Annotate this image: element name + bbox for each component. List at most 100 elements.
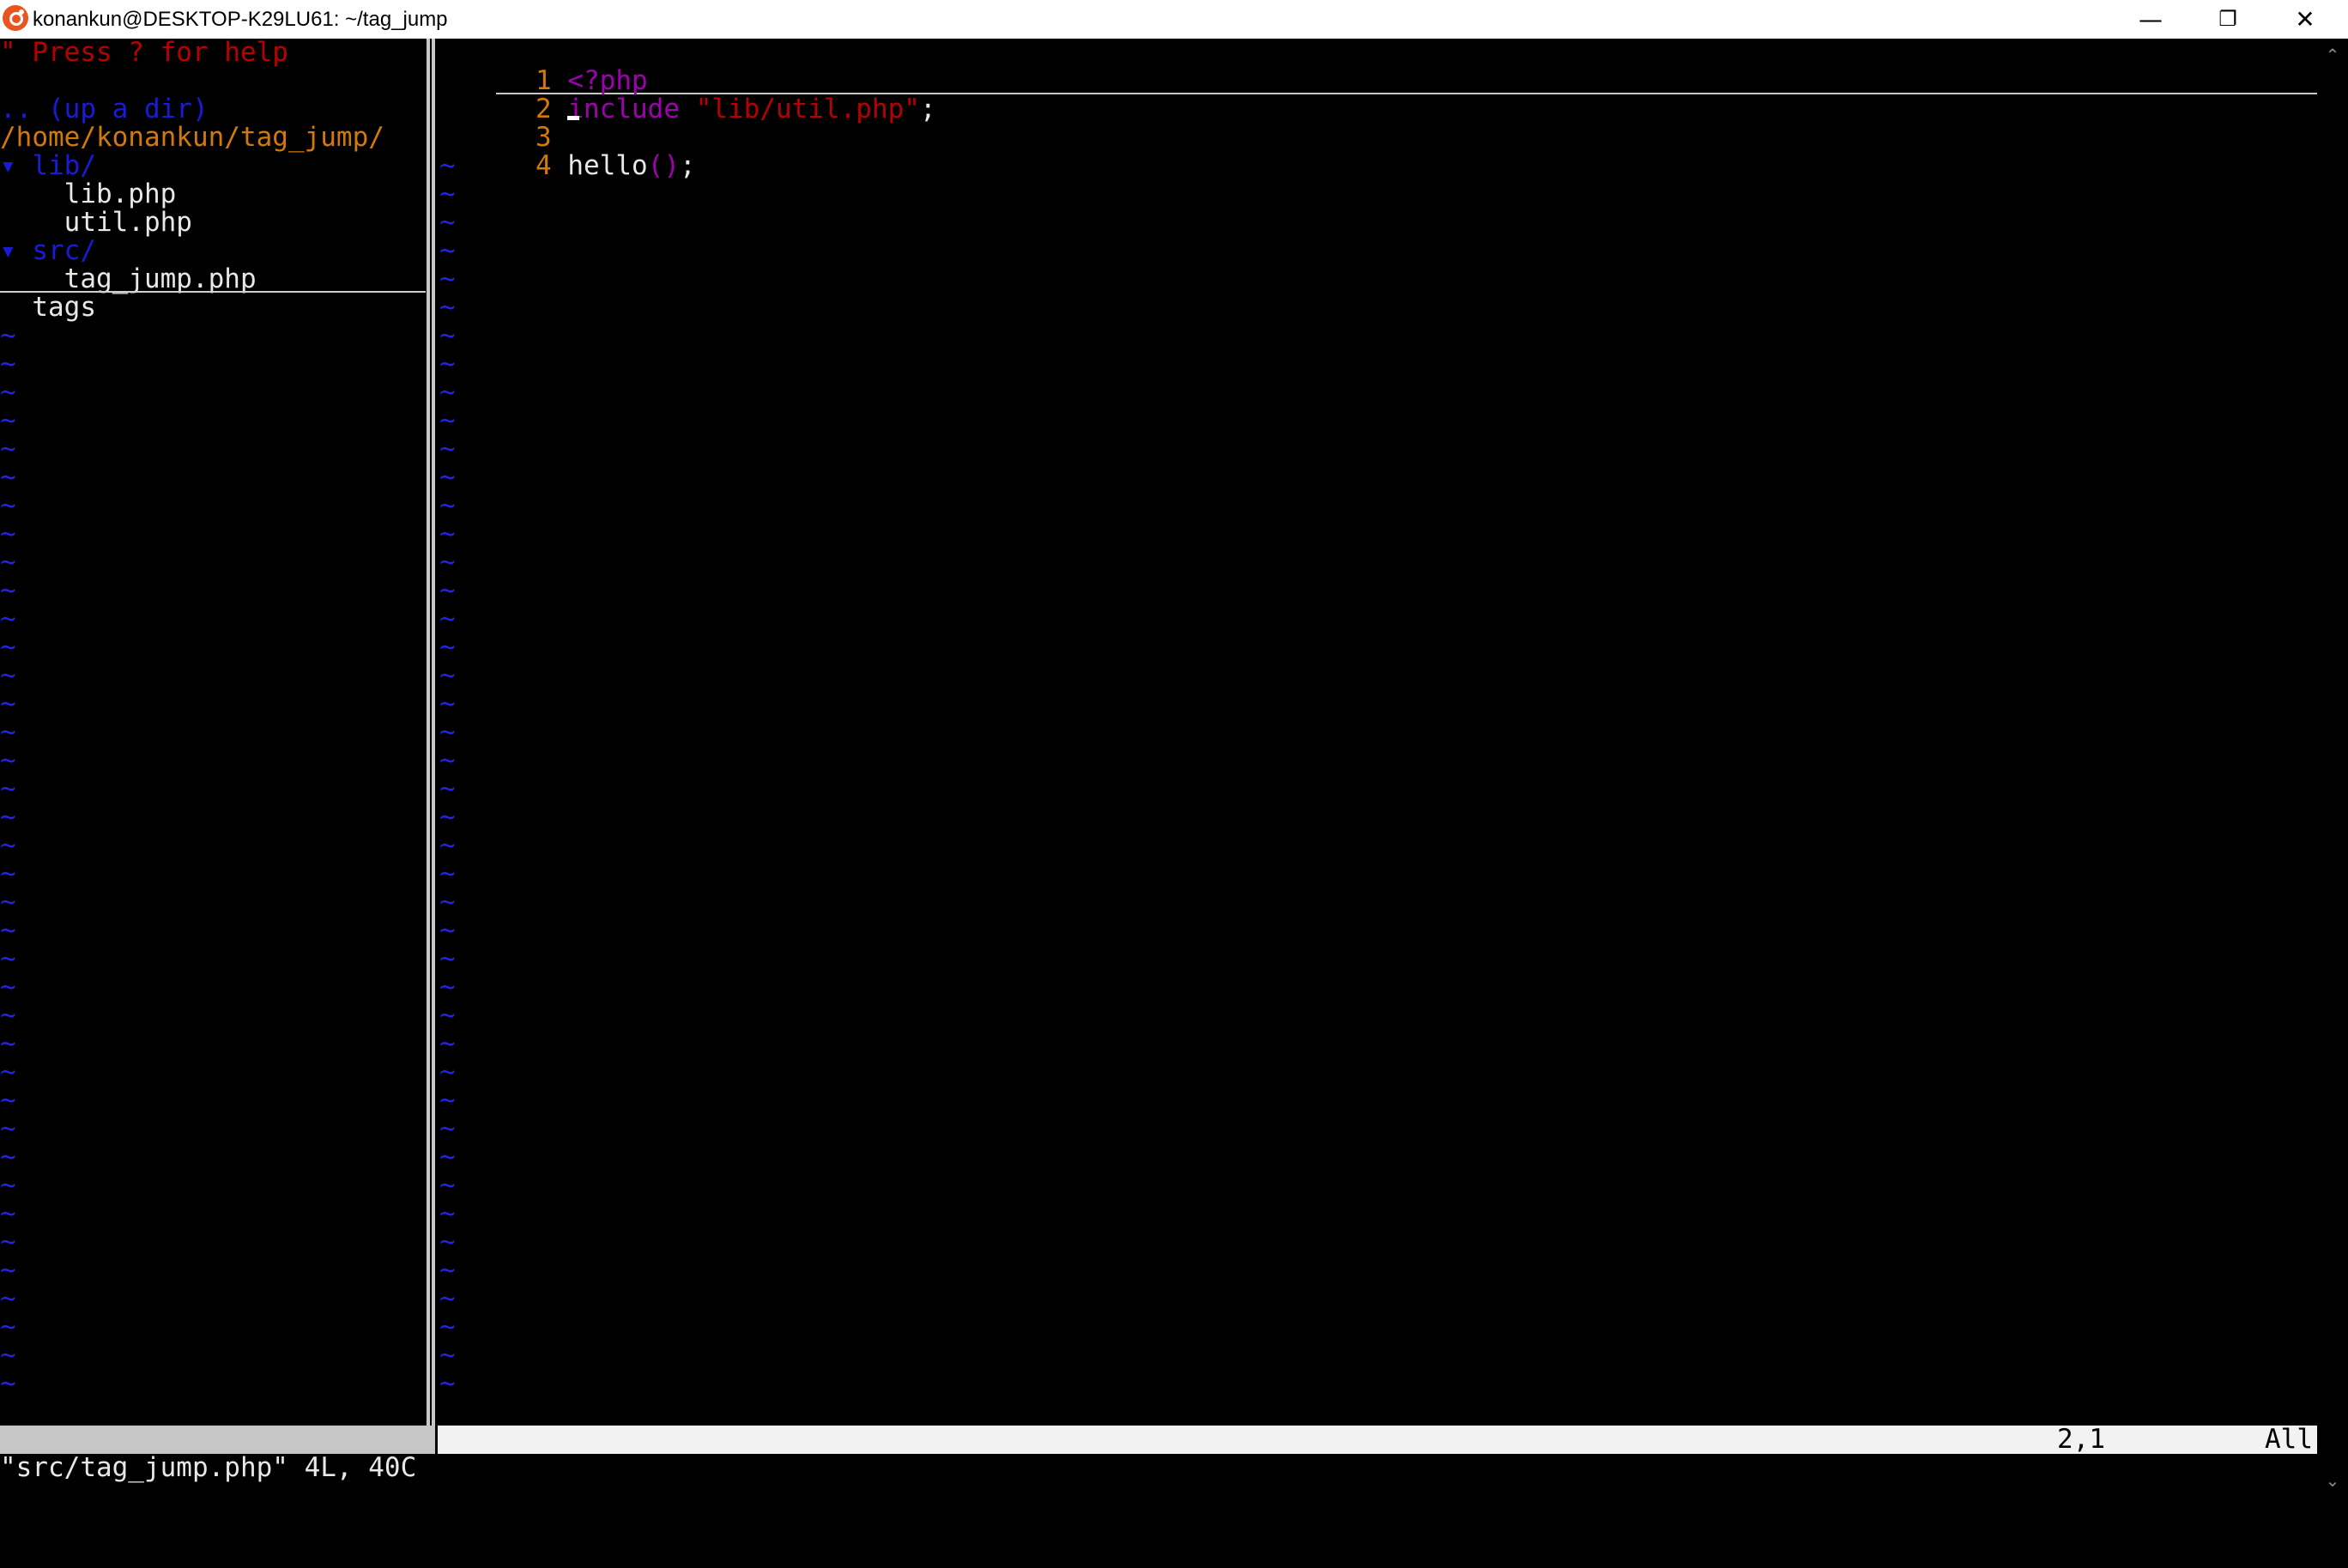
empty-line-tilde: ~ xyxy=(439,1340,456,1371)
editor-statusline: src/tag_jump.php 2,1 All xyxy=(438,1424,2317,1482)
empty-line-tilde: ~ xyxy=(439,717,456,748)
text-cursor xyxy=(567,116,580,120)
empty-line-tilde: ~ xyxy=(0,1340,16,1371)
nerdtree-up-dir[interactable]: .. (up a dir) xyxy=(0,95,209,124)
empty-line-tilde: ~ xyxy=(0,1056,16,1087)
empty-line-tilde: ~ xyxy=(439,518,456,549)
split-bar xyxy=(432,39,435,1426)
empty-line-tilde: ~ xyxy=(0,1028,16,1059)
empty-line-tilde: ~ xyxy=(0,660,16,691)
empty-line-tilde: ~ xyxy=(439,802,456,832)
line-number: 4 xyxy=(535,150,552,181)
restore-button[interactable]: ❐ xyxy=(2188,0,2267,39)
text-cursor-char: i xyxy=(567,94,584,124)
empty-line-tilde: ~ xyxy=(0,802,16,832)
include-keyword: nclude xyxy=(584,94,696,124)
empty-line-tilde: ~ xyxy=(439,1056,456,1087)
empty-line-tilde: ~ xyxy=(439,1028,456,1059)
statusline-scroll-percent: All xyxy=(2265,1424,2313,1455)
nerdtree-file-util-php[interactable]: util.php xyxy=(0,209,192,237)
empty-line-tilde: ~ xyxy=(439,858,456,889)
empty-line-tilde: ~ xyxy=(0,887,16,917)
include-string: "lib/util.php" xyxy=(695,94,920,124)
empty-line-tilde: ~ xyxy=(439,915,456,946)
empty-line-tilde: ~ xyxy=(439,745,456,776)
empty-line-tilde: ~ xyxy=(439,688,456,719)
empty-line-tilde: ~ xyxy=(439,150,456,181)
empty-line-tilde: ~ xyxy=(0,433,16,464)
empty-line-tilde: ~ xyxy=(439,1141,456,1172)
nerdtree-help-hint: " Press ? for help xyxy=(0,39,288,68)
empty-line-tilde: ~ xyxy=(439,1113,456,1144)
empty-line-tilde: ~ xyxy=(0,915,16,946)
empty-line-tilde: ~ xyxy=(439,320,456,351)
scroll-down-arrow-icon[interactable]: ⌄ xyxy=(2317,1468,2348,1493)
empty-line-tilde: ~ xyxy=(0,1170,16,1201)
editor-line-1[interactable]: 1 <?php xyxy=(439,39,648,95)
empty-line-tilde: ~ xyxy=(439,972,456,1002)
empty-line-tilde: ~ xyxy=(439,1283,456,1314)
empty-line-tilde: ~ xyxy=(0,1141,16,1172)
nerdtree-file-tag-jump-php[interactable]: tag_jump.php xyxy=(0,265,257,294)
empty-line-tilde: ~ xyxy=(0,490,16,521)
nerdtree-pane[interactable]: " Press ? for help .. (up a dir) /home/k… xyxy=(0,39,426,1426)
empty-line-tilde: ~ xyxy=(0,405,16,436)
empty-line-tilde: ~ xyxy=(0,320,16,351)
empty-line-tilde: ~ xyxy=(0,348,16,379)
empty-line-tilde: ~ xyxy=(439,1170,456,1201)
nerdtree-statusline: /home/konankun/tag_jump xyxy=(0,1426,435,1482)
editor-line-3[interactable]: 3 xyxy=(439,95,552,152)
terminal-area[interactable]: " Press ? for help .. (up a dir) /home/k… xyxy=(0,39,2317,1497)
empty-line-tilde: ~ xyxy=(0,1085,16,1116)
vertical-split-separator[interactable] xyxy=(427,39,437,1426)
empty-line-tilde: ~ xyxy=(0,717,16,748)
empty-line-tilde: ~ xyxy=(0,603,16,634)
empty-line-tilde: ~ xyxy=(439,1000,456,1031)
empty-line-tilde: ~ xyxy=(0,1311,16,1342)
empty-line-tilde: ~ xyxy=(439,1255,456,1286)
empty-line-tilde: ~ xyxy=(0,547,16,578)
close-button[interactable]: ✕ xyxy=(2266,0,2345,39)
empty-line-tilde: ~ xyxy=(0,1283,16,1314)
empty-line-tilde: ~ xyxy=(439,1198,456,1229)
minimize-button[interactable]: — xyxy=(2111,0,2190,39)
empty-line-tilde: ~ xyxy=(439,773,456,804)
empty-line-tilde: ~ xyxy=(439,235,456,266)
statusline-filename: src/tag_jump.php xyxy=(501,1452,759,1483)
empty-line-tilde: ~ xyxy=(439,405,456,436)
command-line[interactable]: "src/tag_jump.php" 4L, 40C xyxy=(0,1454,416,1482)
empty-line-tilde: ~ xyxy=(439,887,456,917)
empty-line-tilde: ~ xyxy=(439,575,456,606)
empty-line-tilde: ~ xyxy=(439,1311,456,1342)
empty-line-tilde: ~ xyxy=(0,972,16,1002)
empty-line-tilde: ~ xyxy=(0,462,16,493)
window-titlebar: konankun@DESKTOP-K29LU61: ~/tag_jump — ❐… xyxy=(0,0,2348,39)
empty-line-tilde: ~ xyxy=(439,1368,456,1399)
empty-line-tilde: ~ xyxy=(0,518,16,549)
empty-line-tilde: ~ xyxy=(0,943,16,974)
nerdtree-file-lib-php[interactable]: lib.php xyxy=(0,180,177,209)
editor-line-2[interactable]: 2 i nclude "lib/util.php"; xyxy=(439,67,936,124)
editor-line-4[interactable]: 4 hello(); xyxy=(439,124,696,180)
empty-line-tilde: ~ xyxy=(0,830,16,861)
terminal-scrollbar[interactable]: ⌃ ⌄ xyxy=(2317,39,2348,1497)
editor-pane[interactable]: 1 <?php 2 i nclude "lib/util.php"; 3 4 he… xyxy=(439,39,2317,1426)
empty-line-tilde: ~ xyxy=(0,1226,16,1257)
empty-line-tilde: ~ xyxy=(439,830,456,861)
empty-line-tilde: ~ xyxy=(439,660,456,691)
window-title: konankun@DESKTOP-K29LU61: ~/tag_jump xyxy=(33,8,448,31)
empty-line-tilde: ~ xyxy=(0,1368,16,1399)
nerdtree-dir-lib[interactable]: ▾ lib/ xyxy=(0,152,96,180)
scroll-up-arrow-icon[interactable]: ⌃ xyxy=(2317,42,2348,68)
nerdtree-dir-src[interactable]: ▾ src/ xyxy=(0,237,96,265)
nerdtree-root-path[interactable]: /home/konankun/tag_jump/ xyxy=(0,124,384,152)
empty-line-tilde: ~ xyxy=(439,207,456,238)
empty-line-tilde: ~ xyxy=(439,632,456,663)
semicolon: ; xyxy=(679,150,696,181)
empty-line-tilde: ~ xyxy=(0,575,16,606)
statusline-cursor-position: 2,1 xyxy=(2057,1424,2105,1455)
nerdtree-file-tags[interactable]: tags xyxy=(0,294,96,322)
empty-line-tilde: ~ xyxy=(0,1198,16,1229)
empty-line-tilde: ~ xyxy=(0,858,16,889)
empty-line-tilde: ~ xyxy=(439,179,456,209)
